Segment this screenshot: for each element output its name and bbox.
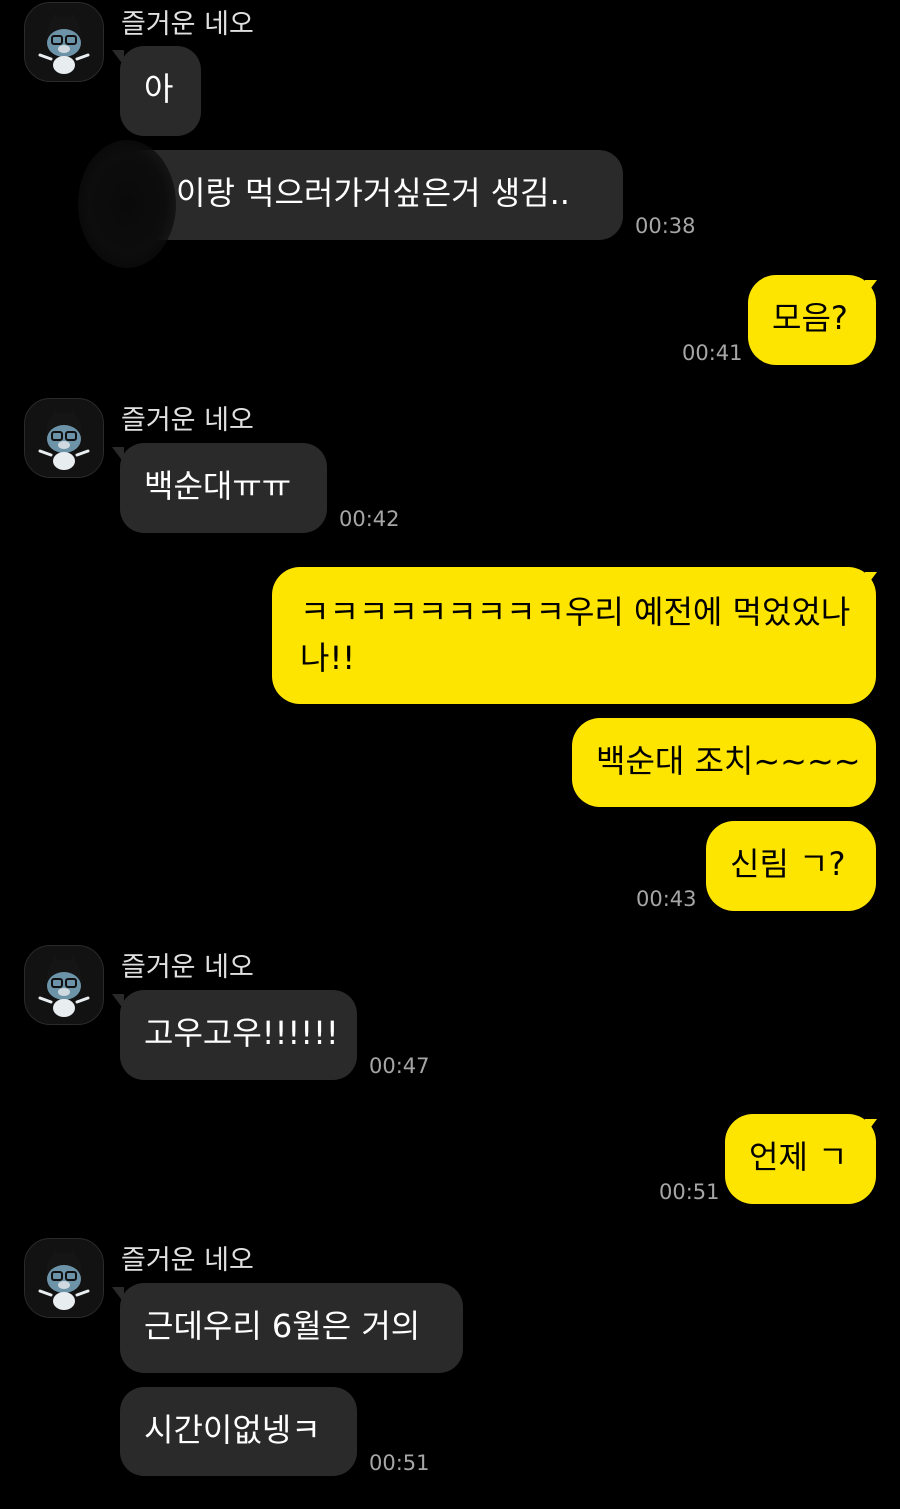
message-bubble[interactable]: 언제 ㄱ [725,1114,876,1204]
message-bubble[interactable]: 백순대ㅠㅠ [120,443,327,533]
message-bubble[interactable]: 아 [120,46,201,136]
neo-character-avatar-icon [38,1249,90,1310]
message-bubble[interactable]: 근데우리 6월은 거의 [120,1283,463,1373]
message-timestamp: 00:47 [369,1054,430,1078]
blurred-redaction [78,140,176,268]
sender-name: 즐거운 네오 [121,1245,254,1276]
message-timestamp: 00:38 [635,214,696,238]
avatar[interactable] [24,398,104,478]
message-timestamp: 00:51 [369,1451,430,1475]
neo-character-avatar-icon [38,13,90,74]
message-timestamp: 00:51 [659,1180,720,1204]
message-bubble[interactable]: 모음? [748,275,876,365]
message-timestamp: 00:42 [339,507,400,531]
avatar[interactable] [24,2,104,82]
message-bubble[interactable]: 신림 ㄱ? [706,821,876,911]
message-timestamp: 00:41 [682,341,743,365]
message-bubble[interactable]: 백순대 조치~~~~ [572,718,876,807]
avatar[interactable] [24,1238,104,1318]
message-bubble[interactable]: 시간이없넹ㅋ [120,1387,357,1476]
neo-character-avatar-icon [38,956,90,1017]
message-bubble[interactable]: ㅋㅋㅋㅋㅋㅋㅋㅋㅋ우리 예전에 먹었었나 나!! [272,567,876,704]
message-bubble[interactable]: 이랑 먹으러가거싶은거 생김.. [120,150,623,240]
sender-name: 즐거운 네오 [121,405,254,436]
avatar[interactable] [24,945,104,1025]
sender-name: 즐거운 네오 [121,9,254,40]
sender-name: 즐거운 네오 [121,952,254,983]
message-timestamp: 00:43 [636,887,697,911]
message-bubble[interactable]: 고우고우!!!!!! [120,990,357,1080]
neo-character-avatar-icon [38,409,90,470]
